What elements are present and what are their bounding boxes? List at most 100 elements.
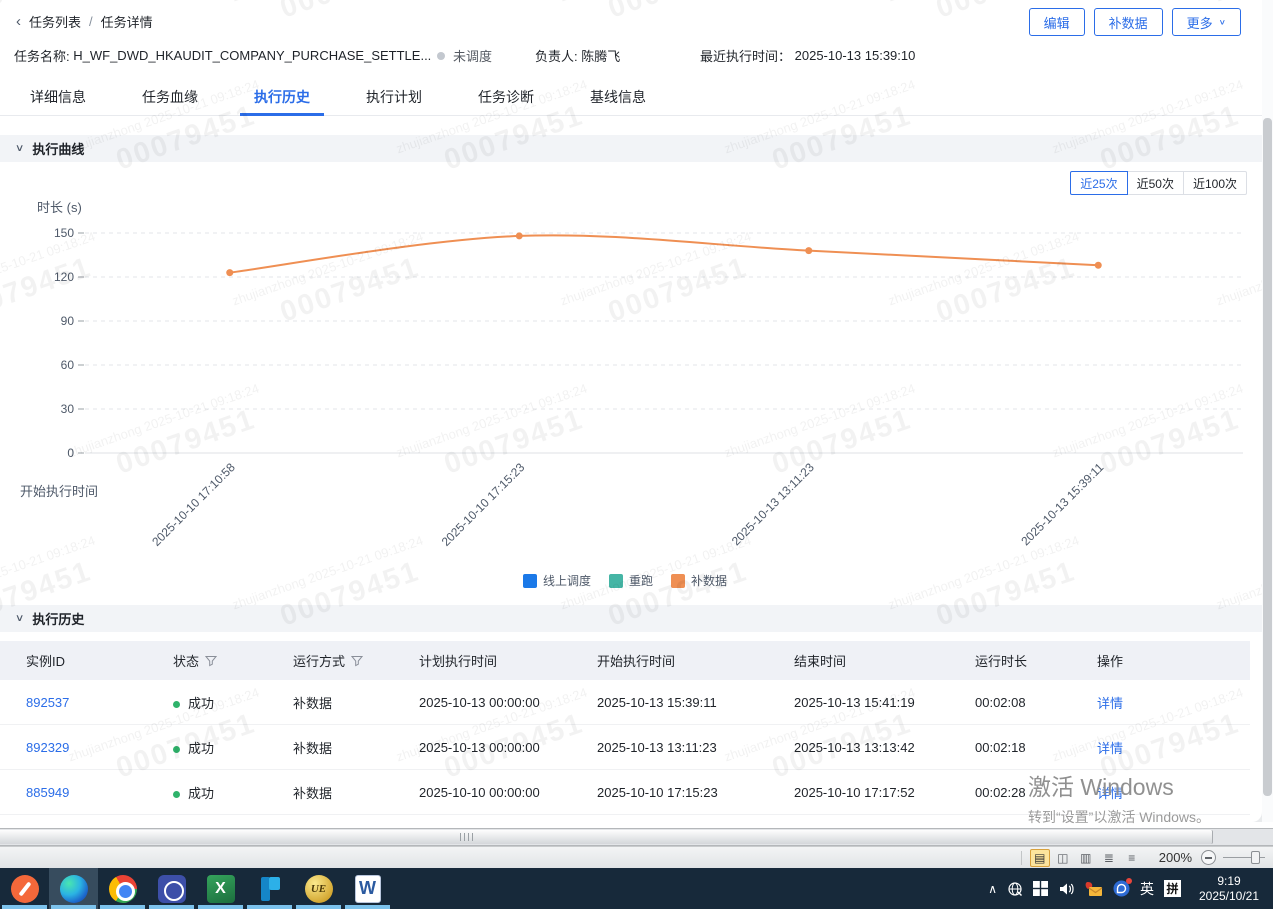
zoom-slider[interactable] xyxy=(1223,857,1265,858)
vertical-scrollbar[interactable] xyxy=(1262,0,1273,822)
legend-item-补数据[interactable]: 补数据 xyxy=(671,572,727,589)
table-row: 885949成功补数据2025-10-10 00:00:002025-10-10… xyxy=(0,770,1250,815)
taskbar-app-chrome[interactable] xyxy=(98,868,147,909)
edit-button[interactable]: 编辑 xyxy=(1029,8,1085,36)
taskbar-app-annotate[interactable] xyxy=(0,868,49,909)
outline-view-icon[interactable]: ≣ xyxy=(1099,849,1119,867)
mail-icon[interactable] xyxy=(1085,881,1103,897)
column-header-plan_time: 计划执行时间 xyxy=(419,651,597,670)
zoom-level[interactable]: 200% xyxy=(1159,850,1192,865)
more-button-label: 更多 xyxy=(1187,13,1213,32)
taskbar-app-ultraedit[interactable]: UE xyxy=(294,868,343,909)
clock-time: 9:19 xyxy=(1217,874,1240,888)
svg-text:2025-10-13 15:39:11: 2025-10-13 15:39:11 xyxy=(1018,460,1106,548)
taskbar-app-docs[interactable] xyxy=(245,868,294,909)
detail-link[interactable]: 详情 xyxy=(1097,696,1123,711)
tab-plan[interactable]: 执行计划 xyxy=(366,78,422,115)
watermark: zhujianzhong 2025-10-21 09:18:2400079451 xyxy=(230,0,437,39)
tab-lineage[interactable]: 任务血缘 xyxy=(142,78,198,115)
tray-chevron-up-icon[interactable]: ∧ xyxy=(988,882,997,896)
instance-id-link[interactable]: 892537 xyxy=(26,695,69,710)
tab-history[interactable]: 执行历史 xyxy=(254,78,310,115)
print-layout-view-icon[interactable]: ▤ xyxy=(1030,849,1050,867)
data-point[interactable] xyxy=(1095,262,1102,269)
legend-item-重跑[interactable]: 重跑 xyxy=(609,572,653,589)
filter-icon[interactable] xyxy=(205,655,217,667)
owner-value: 陈腾飞 xyxy=(581,46,620,65)
section-execution-curve[interactable]: ∨ 执行曲线 xyxy=(0,135,1262,162)
table-row: 892329成功补数据2025-10-13 00:00:002025-10-13… xyxy=(0,725,1250,770)
horizontal-scrollbar[interactable] xyxy=(0,822,1273,846)
tab-details[interactable]: 详细信息 xyxy=(30,78,86,115)
back-chevron-icon[interactable]: ‹ xyxy=(16,14,21,29)
cell-status: 成功 xyxy=(173,738,293,757)
svg-text:0: 0 xyxy=(67,446,74,460)
volume-icon[interactable] xyxy=(1058,881,1075,897)
svg-text:90: 90 xyxy=(61,314,75,328)
ime-mode-indicator[interactable]: 拼 xyxy=(1164,880,1181,897)
watermark: zhujianzhong 2025-10-21 09:18:2400079451 xyxy=(1214,228,1262,344)
data-point[interactable] xyxy=(516,232,523,239)
taskbar-app-excel[interactable]: X xyxy=(196,868,245,909)
more-button[interactable]: 更多 ∨ xyxy=(1172,8,1241,36)
detail-link[interactable]: 详情 xyxy=(1097,786,1123,801)
cell-plan-time: 2025-10-13 00:00:00 xyxy=(419,695,597,710)
column-header-action: 操作 xyxy=(1097,651,1250,670)
column-label: 开始执行时间 xyxy=(597,651,675,670)
full-screen-reading-view-icon[interactable]: ◫ xyxy=(1053,849,1073,867)
data-point[interactable] xyxy=(805,247,812,254)
vertical-scrollbar-thumb[interactable] xyxy=(1263,118,1272,796)
taskbar-app-edge[interactable] xyxy=(49,868,98,909)
svg-text:2025-10-10 17:10:58: 2025-10-10 17:10:58 xyxy=(149,460,238,549)
filter-icon[interactable] xyxy=(351,655,363,667)
horizontal-scrollbar-track[interactable] xyxy=(0,828,1273,846)
word-app-icon: W xyxy=(355,875,381,903)
backfill-button[interactable]: 补数据 xyxy=(1094,8,1163,36)
watermark-id: 00079451 xyxy=(0,247,109,330)
taskbar-app-word[interactable]: W xyxy=(343,868,392,909)
range-button-last100[interactable]: 近100次 xyxy=(1183,171,1247,195)
zoom-slider-handle[interactable] xyxy=(1251,851,1260,864)
legend-item-线上调度[interactable]: 线上调度 xyxy=(523,572,591,589)
task-name: 任务名称: H_WF_DWD_HKAUDIT_COMPANY_PURCHASE_… xyxy=(14,46,431,65)
range-button-group: 近25次近50次近100次 xyxy=(1070,171,1247,195)
cell-run-mode: 补数据 xyxy=(293,738,419,757)
watermark-user-time: zhujianzhong 2025-10-21 09:18:24 xyxy=(394,381,589,461)
ultraedit-app-icon: UE xyxy=(305,875,333,903)
network-icon[interactable] xyxy=(1007,881,1023,897)
watermark-user-time: zhujianzhong 2025-10-21 09:18:24 xyxy=(1214,229,1262,309)
breadcrumb: ‹ 任务列表 / 任务详情 xyxy=(16,12,153,31)
running-indicator xyxy=(51,905,96,909)
watermark: zhujianzhong 2025-10-21 09:18:2400079451 xyxy=(558,228,765,344)
messenger-icon[interactable] xyxy=(1113,880,1130,897)
running-indicator xyxy=(345,905,390,909)
zoom-out-button[interactable] xyxy=(1201,850,1216,865)
windows-logo-icon[interactable] xyxy=(1033,881,1048,896)
horizontal-scrollbar-thumb[interactable] xyxy=(0,830,1213,844)
taskbar-clock[interactable]: 9:19 2025/10/21 xyxy=(1191,874,1267,904)
web-layout-view-icon[interactable]: ▥ xyxy=(1076,849,1096,867)
section-execution-history[interactable]: ∨ 执行历史 xyxy=(0,605,1262,632)
range-button-last25[interactable]: 近25次 xyxy=(1070,171,1127,195)
status-dot-icon xyxy=(437,52,445,60)
column-label: 操作 xyxy=(1097,651,1123,670)
tab-baseline[interactable]: 基线信息 xyxy=(590,78,646,115)
data-point[interactable] xyxy=(226,269,233,276)
legend-label: 线上调度 xyxy=(543,572,591,589)
range-button-last50[interactable]: 近50次 xyxy=(1127,171,1184,195)
instance-id-link[interactable]: 892329 xyxy=(26,740,69,755)
breadcrumb-task-list[interactable]: 任务列表 xyxy=(29,12,81,31)
svg-text:时长 (s): 时长 (s) xyxy=(37,200,82,215)
taskbar-app-chat[interactable] xyxy=(147,868,196,909)
watermark-user-time: zhujianzhong 2025-10-21 09:18:24 xyxy=(886,229,1081,309)
svg-text:150: 150 xyxy=(54,226,74,240)
draft-view-icon[interactable]: ≡ xyxy=(1122,849,1142,867)
cell-status: 成功 xyxy=(173,783,293,802)
detail-link[interactable]: 详情 xyxy=(1097,741,1123,756)
ime-language-indicator[interactable]: 英 xyxy=(1140,879,1154,899)
tab-diagnosis[interactable]: 任务诊断 xyxy=(478,78,534,115)
instance-id-link[interactable]: 885949 xyxy=(26,785,69,800)
watermark: zhujianzhong 2025-10-21 09:18:2400079451 xyxy=(0,228,109,344)
legend-label: 重跑 xyxy=(629,572,653,589)
view-mode-buttons: ▤◫▥≣≡ xyxy=(1030,849,1142,867)
